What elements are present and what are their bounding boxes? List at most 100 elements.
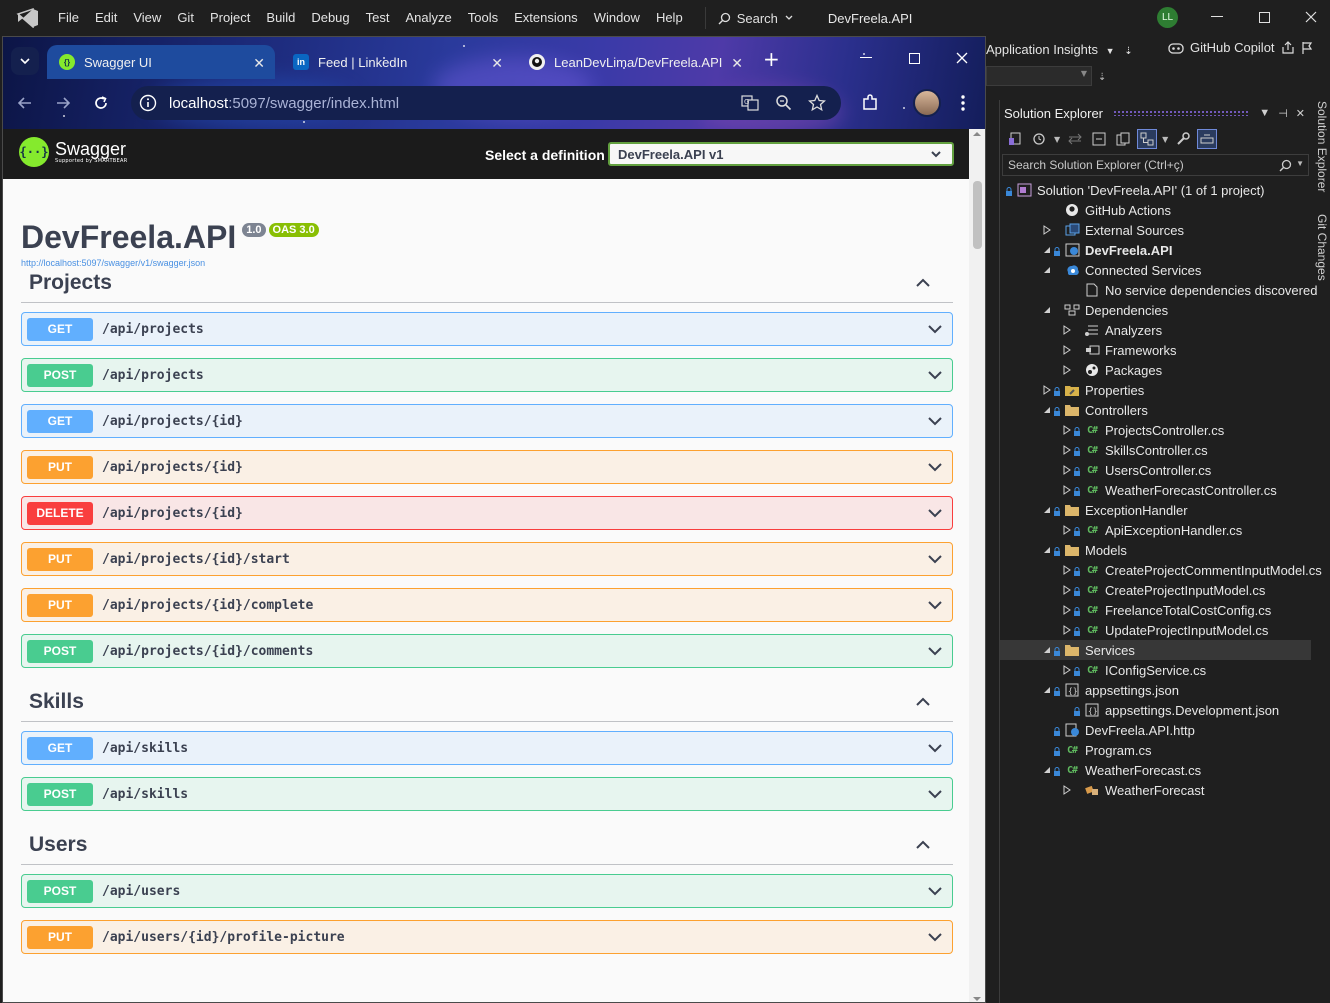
collapsed-triangle-icon[interactable] — [1062, 365, 1072, 375]
pending-changes-filter-icon[interactable] — [1030, 130, 1048, 148]
operation-put[interactable]: PUT/api/projects/{id}/complete — [21, 588, 953, 622]
panel-close-icon[interactable]: ✕ — [1296, 107, 1305, 120]
vs-menu-debug[interactable]: Debug — [303, 0, 357, 36]
expanded-triangle-icon[interactable] — [1042, 645, 1052, 655]
tree-item[interactable]: Frameworks — [1000, 340, 1311, 360]
share-icon[interactable] — [1281, 40, 1295, 55]
git-changes-side-tab[interactable]: Git Changes — [1315, 214, 1329, 281]
expanded-triangle-icon[interactable] — [1042, 765, 1052, 775]
vs-menu-test[interactable]: Test — [358, 0, 398, 36]
vs-menu-view[interactable]: View — [125, 0, 169, 36]
collapse-all-icon[interactable] — [1090, 130, 1108, 148]
vs-menu-window[interactable]: Window — [586, 0, 648, 36]
operation-get[interactable]: GET/api/projects — [21, 312, 953, 346]
browser-close-button[interactable] — [939, 41, 985, 75]
collapsed-triangle-icon[interactable] — [1062, 785, 1072, 795]
visual-studio-logo-icon[interactable] — [16, 8, 40, 28]
tree-item[interactable]: C# UsersController.cs — [1000, 460, 1311, 480]
collapsed-triangle-icon[interactable] — [1062, 665, 1072, 675]
vs-menu-help[interactable]: Help — [648, 0, 691, 36]
chevron-down-icon[interactable] — [927, 883, 943, 903]
tab-linkedin[interactable]: in Feed | LinkedIn ✕ — [281, 45, 513, 79]
operation-post[interactable]: POST/api/projects — [21, 358, 953, 392]
tree-item[interactable]: C# ProjectsController.cs — [1000, 420, 1311, 440]
address-url[interactable]: localhost:5097/swagger/index.html — [169, 95, 399, 112]
vs-menu-git[interactable]: Git — [169, 0, 202, 36]
collapsed-triangle-icon[interactable] — [1062, 485, 1072, 495]
chevron-down-icon[interactable] — [927, 505, 943, 525]
tab-close-icon[interactable]: ✕ — [731, 55, 743, 72]
vs-menu-project[interactable]: Project — [202, 0, 258, 36]
vs-close-button[interactable] — [1288, 0, 1330, 34]
collapsed-triangle-icon[interactable] — [1062, 565, 1072, 575]
show-all-files-icon[interactable] — [1114, 130, 1132, 148]
tree-item[interactable]: GitHub Actions — [1000, 200, 1311, 220]
tree-item[interactable]: C# SkillsController.cs — [1000, 440, 1311, 460]
tab-github[interactable]: LeanDevLima/DevFreela.API ✕ — [517, 45, 753, 79]
chevron-down-icon[interactable] — [927, 551, 943, 571]
panel-grip[interactable] — [1113, 110, 1250, 116]
address-bar[interactable]: localhost:5097/swagger/index.html G — [131, 86, 841, 120]
collapsed-triangle-icon[interactable] — [1062, 465, 1072, 475]
tree-item[interactable]: C# IConfigService.cs — [1000, 660, 1311, 680]
switch-views-icon[interactable] — [1006, 130, 1024, 148]
user-avatar[interactable]: LL — [1157, 7, 1178, 28]
pin-icon[interactable]: ⊣ — [1278, 107, 1288, 120]
site-info-icon[interactable] — [139, 94, 157, 112]
expanded-triangle-icon[interactable] — [1042, 405, 1052, 415]
chevron-down-icon[interactable] — [927, 597, 943, 617]
vs-menu-edit[interactable]: Edit — [87, 0, 125, 36]
expanded-triangle-icon[interactable] — [1042, 245, 1052, 255]
tab-search-button[interactable] — [11, 47, 39, 75]
expanded-triangle-icon[interactable] — [1042, 545, 1052, 555]
tree-item[interactable]: Packages — [1000, 360, 1311, 380]
operation-post[interactable]: POST/api/projects/{id}/comments — [21, 634, 953, 668]
page-scrollbar[interactable] — [969, 129, 985, 1002]
operation-delete[interactable]: DELETE/api/projects/{id} — [21, 496, 953, 530]
browser-minimize-button[interactable] — [843, 41, 889, 75]
tree-item[interactable]: {} appsettings.Development.json — [1000, 700, 1311, 720]
collapsed-triangle-icon[interactable] — [1062, 585, 1072, 595]
vs-menu-tools[interactable]: Tools — [460, 0, 506, 36]
chevron-down-icon[interactable]: ▼ — [1296, 159, 1304, 168]
tree-item[interactable]: C# ApiExceptionHandler.cs — [1000, 520, 1311, 540]
feedback-icon[interactable] — [1301, 41, 1313, 55]
filter-icon[interactable] — [1137, 129, 1158, 149]
tree-item[interactable]: Dependencies — [1000, 300, 1311, 320]
collapsed-triangle-icon[interactable] — [1062, 625, 1072, 635]
zoom-icon[interactable] — [775, 94, 792, 111]
chevron-down-icon[interactable]: ▼ — [1162, 135, 1168, 144]
chevron-down-icon[interactable] — [927, 643, 943, 663]
github-copilot-button[interactable]: GitHub Copilot — [1168, 40, 1313, 55]
expanded-triangle-icon[interactable] — [1042, 685, 1052, 695]
new-tab-button[interactable]: + — [763, 49, 780, 69]
tree-item[interactable]: WeatherForecast — [1000, 780, 1311, 800]
collapsed-triangle-icon[interactable] — [1042, 225, 1052, 235]
tree-item[interactable]: DevFreela.API.http — [1000, 720, 1311, 740]
operation-get[interactable]: GET/api/projects/{id} — [21, 404, 953, 438]
vs-minimize-button[interactable] — [1194, 0, 1240, 34]
expanded-triangle-icon[interactable] — [1042, 505, 1052, 515]
back-arrow-icon[interactable] — [17, 95, 33, 111]
toolbar-overflow-icon[interactable]: ⇣ — [1098, 72, 1106, 83]
collapsed-triangle-icon[interactable] — [1042, 385, 1052, 395]
scrollbar-thumb[interactable] — [973, 181, 982, 249]
scroll-down-icon[interactable] — [973, 996, 981, 1002]
tab-close-icon[interactable]: ✕ — [491, 55, 503, 72]
sync-with-active-document-icon[interactable] — [1066, 130, 1084, 148]
tab-swagger-ui[interactable]: {} Swagger UI ✕ — [47, 45, 275, 79]
chevron-down-icon[interactable] — [927, 929, 943, 949]
chevron-down-icon[interactable]: ▼ — [1054, 135, 1060, 144]
collapsed-triangle-icon[interactable] — [1062, 325, 1072, 335]
collapsed-triangle-icon[interactable] — [1062, 605, 1072, 615]
vs-menu-analyze[interactable]: Analyze — [397, 0, 459, 36]
definition-select[interactable]: DevFreela.API v1 — [608, 142, 954, 166]
chevron-up-icon[interactable] — [915, 694, 931, 714]
tree-item[interactable]: C# UpdateProjectInputModel.cs — [1000, 620, 1311, 640]
chevron-down-icon[interactable] — [927, 459, 943, 479]
tag-projects[interactable]: Projects — [21, 263, 953, 303]
operation-put[interactable]: PUT/api/users/{id}/profile-picture — [21, 920, 953, 954]
chevron-down-icon[interactable] — [927, 321, 943, 341]
tree-item[interactable]: C# Program.cs — [1000, 740, 1311, 760]
application-insights-button[interactable]: Application Insights ▼ ⇣ — [986, 42, 1133, 57]
